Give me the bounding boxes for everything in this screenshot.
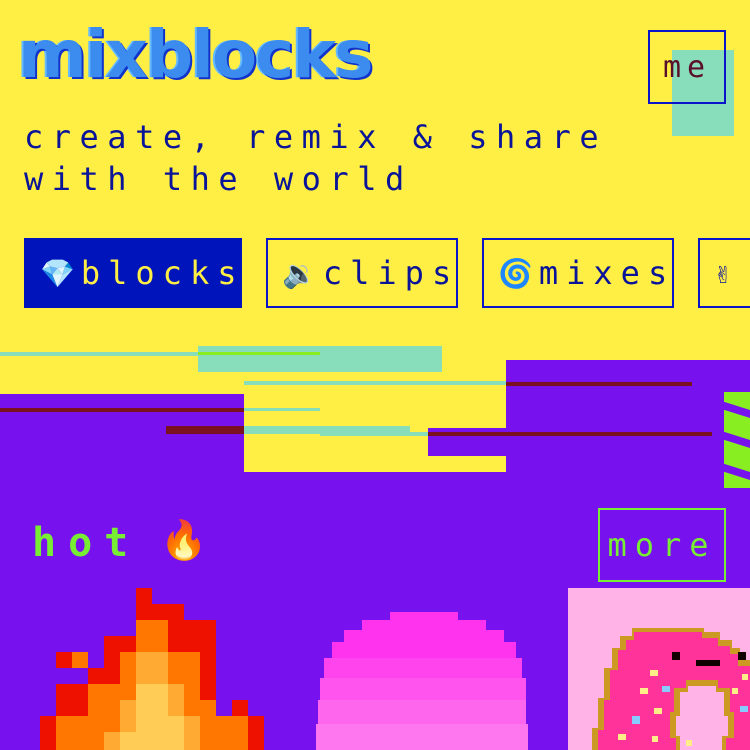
pixel-sun-image: [316, 612, 528, 750]
me-button[interactable]: me: [648, 30, 726, 104]
tab-more-partial[interactable]: ✌: [698, 238, 750, 308]
glitch-line: [0, 352, 198, 356]
tab-label: clips: [322, 254, 460, 292]
speaker-icon: 🔉: [282, 256, 317, 290]
glitch-line: [320, 432, 428, 436]
logo[interactable]: mixblocks: [18, 16, 373, 93]
peace-hand-icon: ✌: [714, 256, 731, 290]
section-title: hot: [32, 520, 141, 566]
glitch-block: [198, 346, 442, 372]
glitch-line: [244, 381, 506, 385]
tagline: create, remix & share with the world: [24, 116, 644, 200]
glitch-line: [244, 408, 320, 411]
spiral-icon: 🌀: [498, 256, 533, 290]
glitch-line: [428, 432, 728, 436]
tab-label: blocks: [80, 254, 245, 292]
glitch-line: [506, 382, 692, 386]
logo-text: mixblocks: [18, 16, 373, 93]
fire-block[interactable]: [40, 588, 264, 750]
sunset-block[interactable]: [316, 612, 528, 750]
tagline-line-2: with the world: [24, 160, 413, 198]
tab-clips[interactable]: 🔉 clips: [266, 238, 458, 308]
pixel-donut-image: [592, 628, 750, 750]
fire-icon: 🔥: [160, 518, 208, 562]
glitch-stripes: [712, 392, 750, 488]
glitch-line: [0, 408, 244, 412]
tagline-line-1: create, remix & share: [24, 118, 608, 156]
gem-icon: 💎: [40, 256, 75, 290]
tab-mixes[interactable]: 🌀 mixes: [482, 238, 674, 308]
glitch-line: [166, 426, 244, 434]
tab-blocks[interactable]: 💎 blocks: [24, 238, 242, 308]
glitch-line: [198, 352, 320, 355]
tab-label: mixes: [538, 254, 676, 292]
pixel-flame-image: [40, 588, 264, 750]
more-button[interactable]: more: [598, 508, 726, 582]
